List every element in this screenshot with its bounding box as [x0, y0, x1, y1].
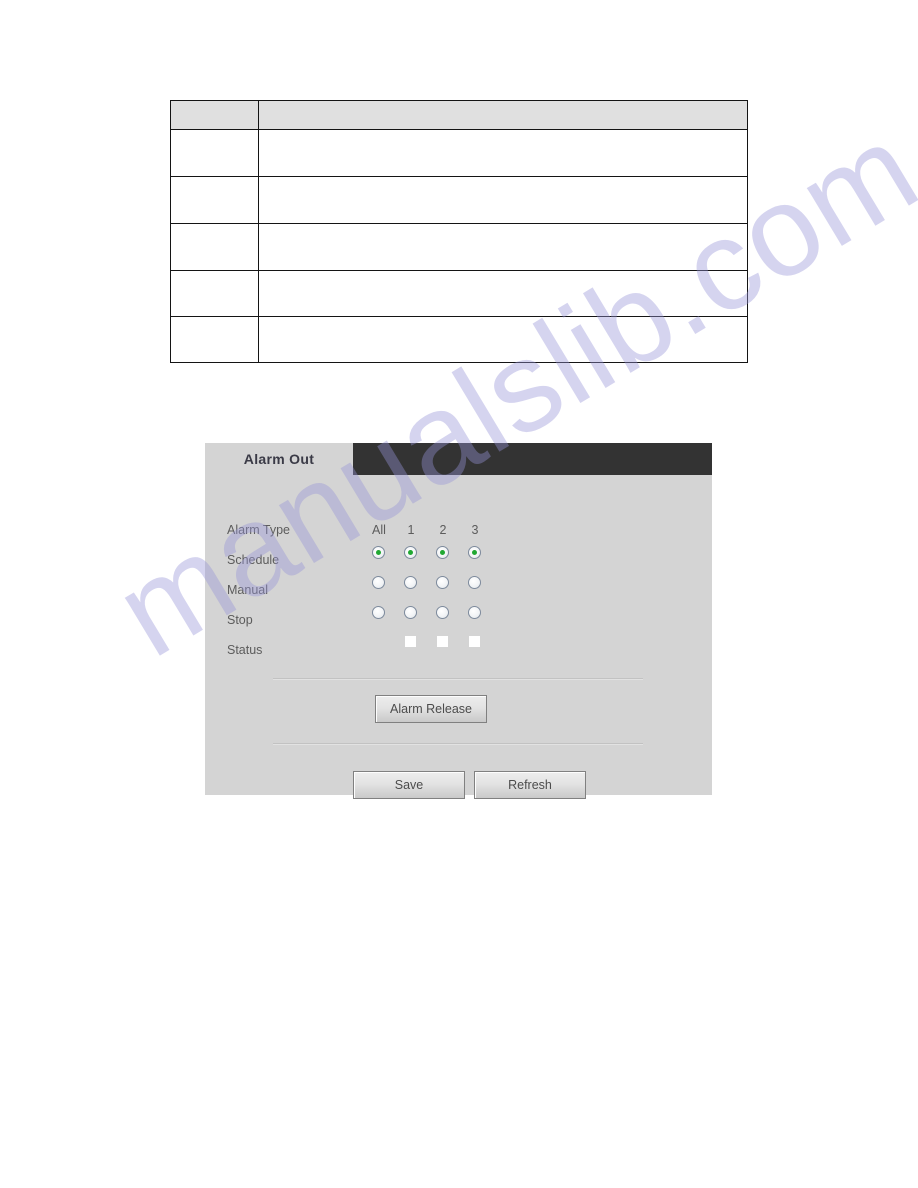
table-cell-description [258, 316, 748, 363]
divider-top [273, 678, 643, 679]
table-row [170, 176, 748, 224]
table-cell-parameter-text [171, 224, 258, 230]
status-indicator-3 [469, 636, 480, 647]
label-alarm-type: Alarm Type [227, 523, 290, 537]
refresh-button-label: Refresh [508, 778, 552, 792]
radio-manual-1[interactable] [404, 576, 417, 589]
table-cell-description [258, 270, 748, 317]
radio-stop-2[interactable] [436, 606, 449, 619]
table-cell-parameter [170, 316, 259, 363]
table-cell-description-text [259, 224, 747, 230]
table-row [170, 129, 748, 177]
table-cell-description-text [259, 271, 747, 277]
table-cell-description [258, 129, 748, 177]
table-header-description [258, 100, 748, 130]
label-schedule: Schedule [227, 553, 280, 567]
table-header-parameter-text [171, 101, 258, 107]
table-header-description-text [259, 101, 747, 107]
radio-schedule-3[interactable] [468, 546, 481, 559]
tab-alarm-out[interactable]: Alarm Out [205, 443, 353, 475]
radio-stop-all[interactable] [372, 606, 385, 619]
table-cell-description-text [259, 317, 747, 323]
divider-bottom [273, 743, 643, 744]
label-manual: Manual [227, 583, 268, 597]
table-header-row [170, 100, 748, 130]
panel-tab-bar: Alarm Out [205, 443, 712, 475]
save-button[interactable]: Save [353, 771, 465, 799]
column-header-2: 2 [439, 523, 447, 537]
table-cell-parameter-text [171, 130, 258, 136]
table-cell-parameter-text [171, 271, 258, 277]
tab-alarm-out-label: Alarm Out [243, 451, 315, 467]
table-header-parameter [170, 100, 259, 130]
table-cell-description-text [259, 177, 747, 183]
radio-stop-3[interactable] [468, 606, 481, 619]
table-cell-parameter [170, 270, 259, 317]
table-cell-description [258, 223, 748, 271]
alarm-release-button-label: Alarm Release [390, 702, 472, 716]
table-cell-parameter [170, 176, 259, 224]
save-button-label: Save [394, 778, 424, 792]
table-row [170, 223, 748, 271]
table-cell-parameter-text [171, 177, 258, 183]
table-row [170, 316, 748, 363]
radio-schedule-1[interactable] [404, 546, 417, 559]
radio-stop-1[interactable] [404, 606, 417, 619]
page-canvas: Alarm Out Alarm Type Schedule Manual Sto… [0, 0, 918, 1188]
table-cell-description [258, 176, 748, 224]
radio-schedule-2[interactable] [436, 546, 449, 559]
status-indicator-2 [437, 636, 448, 647]
radio-manual-2[interactable] [436, 576, 449, 589]
column-header-1: 1 [407, 523, 415, 537]
column-header-all: All [372, 523, 386, 537]
label-stop: Stop [227, 613, 253, 627]
alarm-release-button[interactable]: Alarm Release [375, 695, 487, 723]
column-header-3: 3 [471, 523, 479, 537]
table-cell-parameter [170, 223, 259, 271]
panel-body: Alarm Type Schedule Manual Stop Status A… [205, 475, 712, 799]
radio-manual-3[interactable] [468, 576, 481, 589]
radio-schedule-all[interactable] [372, 546, 385, 559]
table-row [170, 270, 748, 317]
table-cell-description-text [259, 130, 747, 136]
alarm-out-panel: Alarm Out Alarm Type Schedule Manual Sto… [205, 443, 712, 799]
status-indicator-1 [405, 636, 416, 647]
label-status: Status [227, 643, 263, 657]
table-cell-parameter [170, 129, 259, 177]
radio-manual-all[interactable] [372, 576, 385, 589]
refresh-button[interactable]: Refresh [474, 771, 586, 799]
specification-table [170, 100, 748, 363]
table-cell-parameter-text [171, 317, 258, 323]
